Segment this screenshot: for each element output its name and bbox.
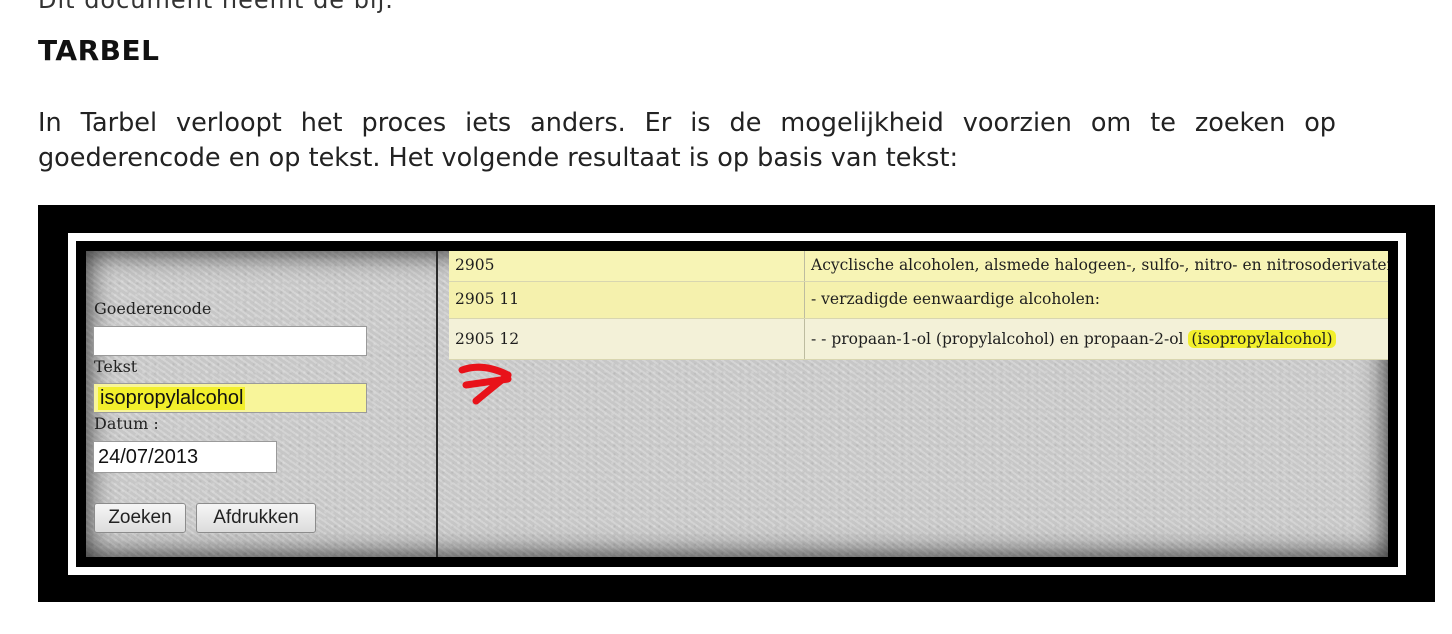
result-description: - - propaan-1-ol (propylalcohol) en prop…	[805, 319, 1388, 359]
tekst-input-value: isopropylalcohol	[98, 386, 246, 410]
screenshot-frame: Goederencode Tekst isopropylalcohol Datu…	[38, 205, 1435, 602]
zoeken-button[interactable]: Zoeken	[94, 503, 186, 533]
result-description-highlight: (isopropylalcohol)	[1188, 330, 1336, 348]
datum-label: Datum :	[94, 414, 159, 433]
result-description: Acyclische alcoholen, alsmede halogeen-,…	[811, 256, 1388, 274]
result-code: 2905 11	[449, 282, 805, 318]
tarbel-app: Goederencode Tekst isopropylalcohol Datu…	[86, 251, 1388, 557]
result-row-selected[interactable]: 2905 12 - - propaan-1-ol (propylalcohol)…	[449, 319, 1388, 360]
tekst-label: Tekst	[94, 357, 138, 376]
result-row[interactable]: 2905 Acyclische alcoholen, alsmede halog…	[449, 251, 1388, 282]
datum-input[interactable]: 24/07/2013	[93, 441, 277, 473]
red-arrow-icon	[458, 363, 512, 405]
paragraph-line-1: In Tarbel verloopt het proces iets ander…	[38, 108, 1336, 138]
paragraph-line-2: goederencode en op tekst. Het volgende r…	[38, 143, 959, 173]
goederencode-label: Goederencode	[94, 299, 212, 318]
section-heading: TARBEL	[38, 34, 160, 67]
result-code: 2905 12	[449, 319, 805, 359]
tekst-input[interactable]: isopropylalcohol	[93, 383, 367, 413]
screenshot-border: Goederencode Tekst isopropylalcohol Datu…	[68, 233, 1406, 575]
panel-divider	[436, 251, 438, 557]
cutoff-text: Dit document neemt de bij.	[38, 0, 394, 14]
result-description-text: - - propaan-1-ol (propylalcohol) en prop…	[811, 330, 1189, 348]
goederencode-input[interactable]	[93, 326, 367, 356]
intro-paragraph: In Tarbel verloopt het proces iets ander…	[38, 106, 1336, 176]
result-description: - verzadigde eenwaardige alcoholen:	[811, 290, 1100, 308]
afdrukken-button[interactable]: Afdrukken	[196, 503, 316, 533]
screenshot-inner-border: Goederencode Tekst isopropylalcohol Datu…	[76, 241, 1398, 567]
result-code: 2905	[449, 251, 805, 281]
result-row[interactable]: 2905 11 - verzadigde eenwaardige alcohol…	[449, 282, 1388, 319]
